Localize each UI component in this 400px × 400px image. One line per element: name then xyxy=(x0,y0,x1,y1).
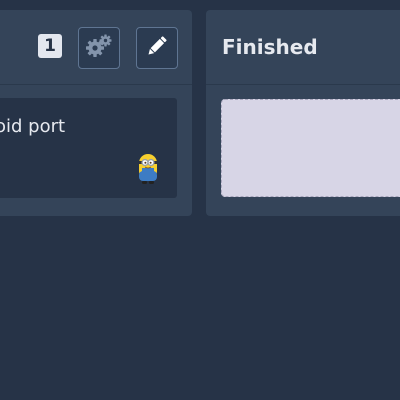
task-card[interactable]: roid port xyxy=(0,98,177,198)
column-title: Finished xyxy=(222,35,318,59)
column-header: Finished xyxy=(206,10,400,85)
kanban-board: 1 oid port Finished xyxy=(0,0,400,400)
minion-avatar[interactable] xyxy=(136,152,160,186)
pencil-icon xyxy=(145,34,169,62)
column-header: 1 xyxy=(0,10,192,85)
card-drop-zone[interactable] xyxy=(221,99,400,197)
gears-icon xyxy=(84,31,114,65)
column-edit-button[interactable] xyxy=(136,27,178,69)
kanban-column-finished: Finished xyxy=(206,10,400,216)
column-settings-button[interactable] xyxy=(78,27,120,69)
kanban-column: 1 oid port xyxy=(0,10,192,216)
card-title: roid port xyxy=(0,116,66,137)
card-count-badge: 1 xyxy=(38,34,62,58)
